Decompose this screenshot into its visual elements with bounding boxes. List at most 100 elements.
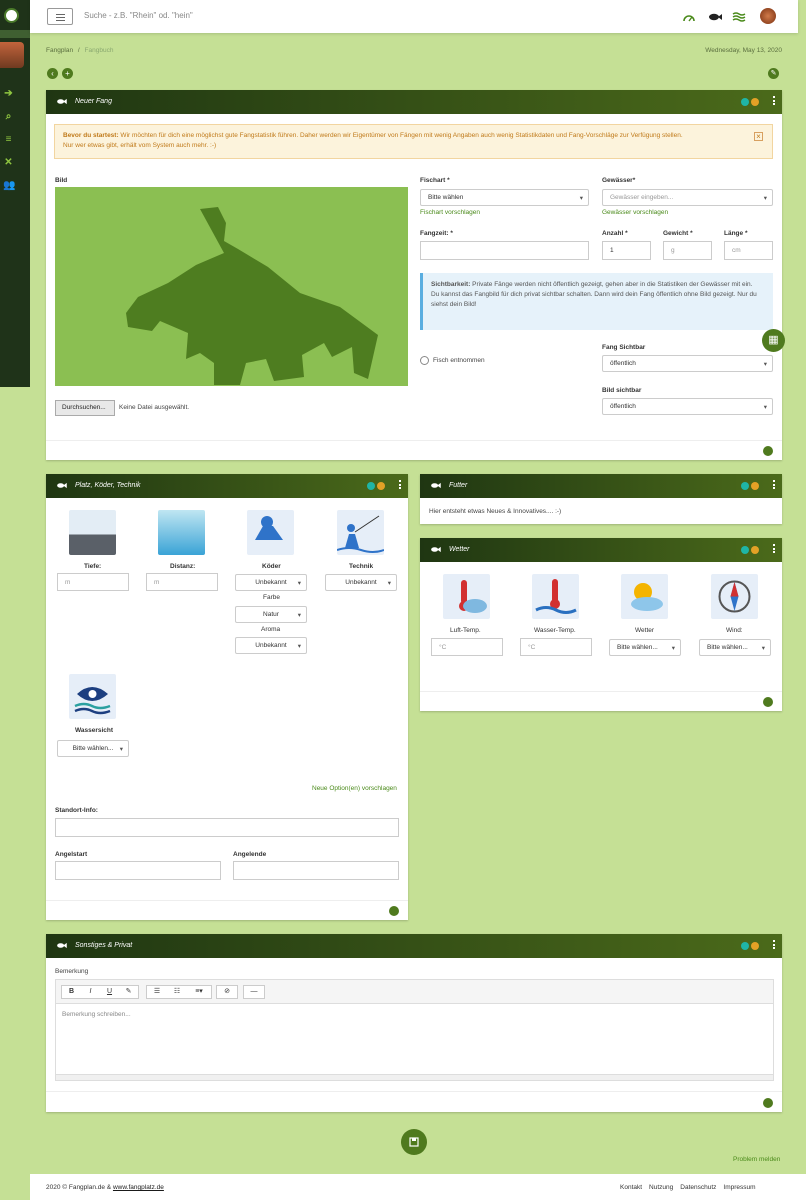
fang-sichtbar-select[interactable]: öffentlich [602,355,773,372]
status-dot-teal[interactable] [741,98,749,106]
alert-close-icon[interactable]: × [754,132,763,141]
status-dot-teal[interactable] [367,482,375,490]
standort-input[interactable] [55,818,399,837]
save-button[interactable] [401,1129,427,1155]
footer-impressum-link[interactable]: Impressum [723,1184,755,1191]
status-dot-orange[interactable] [751,98,759,106]
list-icon[interactable]: ≡ [3,134,14,145]
status-dot-teal[interactable] [741,546,749,554]
ordered-list-button[interactable]: ☷ [167,986,187,998]
kebab-menu-icon[interactable] [773,480,776,491]
fish-icon[interactable] [707,10,723,24]
tools-icon[interactable]: ✕ [3,157,14,168]
align-dropdown[interactable]: ≡▾ [187,986,211,998]
new-option-suggest-link[interactable]: Neue Option(en) vorschlagen [312,785,397,792]
wind-compass-icon [711,574,758,619]
angelende-input[interactable] [233,861,399,880]
footer-kontakt-link[interactable]: Kontakt [620,1184,642,1191]
status-dot-orange[interactable] [377,482,385,490]
breadcrumb-home[interactable]: Fangplan [46,47,73,54]
user-avatar[interactable] [760,8,776,24]
status-dot-orange[interactable] [751,942,759,950]
fischart-select[interactable]: Bitte wählen [420,189,589,206]
fischart-suggest-link[interactable]: Fischart vorschlagen [420,209,480,216]
waves-icon[interactable] [732,10,746,24]
fangzeit-input[interactable] [420,241,589,260]
technik-select[interactable]: Unbekannt [325,574,397,591]
logo-icon[interactable] [4,8,19,23]
technik-label: Technik [349,563,374,570]
bemerkung-textarea[interactable]: Bemerkung schreiben... [56,1004,773,1025]
distanz-input[interactable]: m [146,573,218,591]
sidebar-tab [0,30,30,38]
luft-temp-input[interactable]: °C [431,638,503,656]
gewicht-input[interactable]: g [663,241,712,260]
speedometer-icon[interactable] [682,10,696,24]
footer-copyright: 2020 © Fangplan.de & [46,1184,113,1191]
back-button[interactable]: ‹ [47,68,58,79]
farbe-select[interactable]: Natur [235,606,307,623]
card-header: Sonstiges & Privat [46,934,782,958]
underline-button[interactable]: U [100,986,119,998]
avatar[interactable] [0,42,24,68]
save-mini-button[interactable] [763,1098,773,1108]
kebab-menu-icon[interactable] [773,96,776,107]
fish-image-placeholder[interactable] [55,187,408,386]
gewaesser-suggest-link[interactable]: Gewässer vorschlagen [602,209,668,216]
current-date: Wednesday, May 13, 2020 [705,47,782,54]
eraser-button[interactable]: ✎ [119,986,138,998]
card-title: Sonstiges & Privat [75,942,133,949]
wasser-temp-input[interactable]: °C [520,638,592,656]
gewaesser-input[interactable]: Gewässer eingeben... [602,189,773,206]
search-input[interactable]: Suche - z.B. "Rhein" od. "hein" [84,11,193,20]
aroma-select[interactable]: Unbekannt [235,637,307,654]
search-icon[interactable]: ⌕ [3,111,14,122]
fisch-entnommen-radio[interactable] [420,356,429,365]
edit-button[interactable]: ✎ [768,68,779,79]
status-dot-orange[interactable] [751,482,759,490]
save-mini-button[interactable] [763,697,773,707]
bild-sichtbar-select[interactable]: öffentlich [602,398,773,415]
link-button[interactable]: ⊘ [216,985,238,999]
kebab-menu-icon[interactable] [773,940,776,951]
alert-text-2: Nur wer etwas gibt, erhält vom System au… [63,142,217,149]
status-dot-teal[interactable] [741,482,749,490]
status-dot-teal[interactable] [741,942,749,950]
wetter-select[interactable]: Bitte wählen... [609,639,681,656]
menu-toggle-button[interactable] [47,8,73,25]
apps-grid-button[interactable]: ▦ [762,329,785,352]
footer-fangplatz-link[interactable]: www.fangplatz.de [113,1184,164,1191]
footer-datenschutz-link[interactable]: Datenschutz [680,1184,716,1191]
bold-button[interactable]: B [62,986,81,998]
status-dot-orange[interactable] [751,546,759,554]
footer-nutzung-link[interactable]: Nutzung [649,1184,673,1191]
depth-icon [69,510,116,555]
anzahl-input[interactable]: 1 [602,241,651,260]
koeder-select[interactable]: Unbekannt [235,574,307,591]
save-mini-button[interactable] [763,446,773,456]
fischart-label: Fischart * [420,177,450,184]
technique-icon [336,510,385,555]
angelstart-input[interactable] [55,861,221,880]
fish-icon [57,482,67,489]
kebab-menu-icon[interactable] [773,544,776,555]
horizontal-rule-button[interactable]: — [243,985,265,999]
browse-file-button[interactable]: Durchsuchen... [55,400,115,416]
arrow-right-icon[interactable]: ➔ [3,88,14,99]
wasser-temp-label: Wasser-Temp. [534,627,576,634]
wassersicht-select[interactable]: Bitte wählen... [57,740,129,757]
save-mini-button[interactable] [389,906,399,916]
fish-icon [431,482,441,489]
report-problem-link[interactable]: Problem melden [733,1156,780,1163]
editor-resize-handle[interactable] [56,1074,773,1080]
tiefe-input[interactable]: m [57,573,129,591]
unordered-list-button[interactable]: ☰ [147,986,167,998]
card-header: Platz, Köder, Technik [46,474,408,498]
italic-button[interactable]: I [81,986,100,998]
kebab-menu-icon[interactable] [399,480,402,491]
add-button[interactable]: + [62,68,73,79]
bild-sichtbar-label: Bild sichtbar [602,387,642,394]
users-icon[interactable]: 👥 [3,180,15,191]
wind-select[interactable]: Bitte wählen... [699,639,771,656]
laenge-input[interactable]: cm [724,241,773,260]
